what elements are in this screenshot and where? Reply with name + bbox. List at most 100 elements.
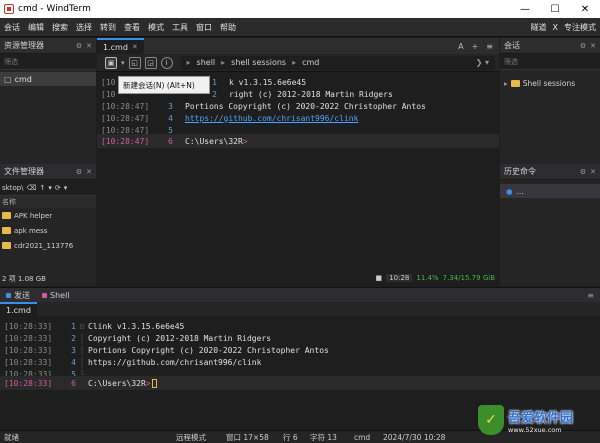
explorer-filter-input[interactable]: 筛选 — [0, 54, 96, 70]
file-row[interactable]: cdr2021_113776 — [0, 238, 96, 253]
tab-label: 发送 — [14, 290, 30, 300]
explorer-title: 资源管理器 — [4, 41, 44, 50]
chevron-right-icon: ▸ — [221, 58, 226, 67]
split-icon[interactable]: ◱ — [128, 56, 141, 69]
line-number: 6 — [71, 378, 76, 388]
tab-label: 1.cmd — [103, 42, 128, 52]
clink-link[interactable]: https://github.com/chrisant996/clink — [185, 114, 358, 123]
menu-edit[interactable]: 编辑 — [24, 22, 48, 33]
session-panel: 会话 ⚙ ✕ 筛选 ▸ Shell sessions — [500, 38, 600, 164]
terminal-toolbar: ▣ ▾ ◱ ◲ i ▸ shell ▸ shell sessions ▸ cmd… — [97, 54, 499, 72]
menu-select[interactable]: 选择 — [72, 22, 96, 33]
settings-icon[interactable]: ⚙ — [76, 42, 82, 50]
terminal-icon: □ — [4, 74, 12, 84]
session-filter-input[interactable]: 筛选 — [500, 54, 600, 70]
file-row[interactable]: APK helper — [0, 208, 96, 223]
font-icon[interactable]: A — [458, 42, 463, 51]
terminal-prompt-line[interactable]: [10:28:47] 6 C:\Users\32R > — [97, 134, 499, 148]
session-header: 会话 ⚙ ✕ — [500, 38, 600, 54]
status-datetime: 2024/7/30 10:28 — [383, 432, 446, 442]
terminal-tab-bar: 1.cmd ✕ A + ≡ — [97, 38, 499, 54]
chevron-down-icon[interactable]: ▾ — [121, 59, 125, 67]
tunnel-button[interactable]: 隧道 — [531, 22, 547, 33]
focus-mode-button[interactable]: 专注模式 — [564, 22, 596, 33]
settings-icon[interactable]: ⚙ — [76, 168, 82, 176]
new-session-icon[interactable]: ▣ — [105, 56, 117, 69]
menu-icon[interactable]: ≡ — [587, 291, 600, 300]
history-item-label: ... — [516, 186, 524, 196]
watermark-url: www.52xue.com — [508, 425, 562, 434]
menu-tools[interactable]: 工具 — [168, 22, 192, 33]
clock: 10:28 — [386, 274, 413, 282]
refresh-icon[interactable]: ⟳ — [55, 184, 61, 192]
close-icon[interactable]: ✕ — [590, 168, 596, 176]
up-arrow-icon[interactable]: ↑ — [39, 184, 45, 192]
settings-icon[interactable]: ⚙ — [580, 42, 586, 50]
file-name: APK helper — [14, 211, 53, 220]
file-manager-title: 文件管理器 — [4, 167, 44, 176]
explorer-panel: 资源管理器 ⚙ ✕ 筛选 □ cmd — [0, 38, 96, 164]
settings-icon[interactable]: ⚙ — [580, 168, 586, 176]
line-number: 3 — [71, 345, 76, 355]
timestamp: [10:28:33] — [4, 378, 53, 388]
breadcrumb: ▸ shell ▸ shell sessions ▸ cmd ❯ ▾ — [180, 55, 495, 70]
terminal-line: [10:28:47] 4 https://github.com/chrisant… — [97, 112, 358, 124]
line-text: https://github.com/chrisant996/clink — [88, 357, 262, 367]
close-icon[interactable]: ✕ — [132, 43, 138, 51]
minimize-button[interactable]: — — [510, 0, 540, 18]
menu-session[interactable]: 会话 — [0, 22, 24, 33]
close-icon[interactable]: ✕ — [86, 42, 92, 50]
explorer-item-cmd[interactable]: □ cmd — [0, 72, 96, 86]
x-button[interactable]: X — [553, 23, 558, 32]
crumb-cmd[interactable]: cmd — [302, 58, 319, 67]
close-button[interactable]: ✕ — [570, 0, 600, 18]
menu-help[interactable]: 帮助 — [216, 22, 240, 33]
terminal-line: [10:28:33] 3 │ Portions Copyright (c) 20… — [0, 344, 329, 356]
terminal-icon: ■ — [375, 274, 383, 282]
menu-goto[interactable]: 转到 — [96, 22, 120, 33]
line-text: right (c) 2012-2018 Martin Ridgers — [229, 89, 393, 99]
copy-icon[interactable]: ◲ — [144, 56, 157, 69]
line-number: 4 — [71, 357, 76, 367]
session-item-label: Shell sessions — [522, 78, 576, 88]
history-item[interactable]: ● ... — [500, 184, 600, 198]
history-title: 历史命令 — [504, 167, 536, 176]
path-input[interactable]: sktop\ — [2, 184, 24, 192]
prompt-symbol: > — [242, 136, 248, 146]
tab-send[interactable]: 发送 — [0, 288, 36, 302]
subtab-cmd[interactable]: 1.cmd — [0, 302, 37, 316]
timestamp: [10:28:47] — [101, 101, 150, 111]
file-row[interactable]: apk mess — [0, 223, 96, 238]
menu-window[interactable]: 窗口 — [192, 22, 216, 33]
menu-mode[interactable]: 模式 — [144, 22, 168, 33]
tab-cmd[interactable]: 1.cmd ✕ — [97, 38, 144, 54]
clear-icon[interactable]: ⌫ — [27, 184, 37, 192]
crumb-shell-sessions[interactable]: shell sessions — [231, 58, 286, 67]
status-line: 行 6 — [283, 432, 298, 442]
terminal-prompt-line[interactable]: [10:28:33] 6 C:\Users\32R > — [0, 376, 600, 390]
close-icon[interactable]: ✕ — [86, 168, 92, 176]
menu-icon[interactable]: ≡ — [486, 42, 493, 51]
file-manager-panel: 文件管理器 ⚙ ✕ sktop\ ⌫ ↑ ▾ ⟳ ▾ 名称 APK helper … — [0, 164, 96, 286]
status-char: 字符 13 — [310, 432, 337, 442]
session-tree-item[interactable]: ▸ Shell sessions — [500, 76, 600, 90]
chevron-down-icon[interactable]: ▾ — [64, 184, 68, 192]
status-shell: cmd — [354, 432, 371, 442]
menu-search[interactable]: 搜索 — [48, 22, 72, 33]
close-icon[interactable]: ✕ — [590, 42, 596, 50]
info-icon[interactable]: i — [160, 56, 173, 69]
tab-shell[interactable]: Shell — [36, 288, 76, 302]
chevron-down-icon[interactable]: ▾ — [48, 184, 52, 192]
folder-icon — [2, 212, 11, 219]
chevron-right-icon[interactable]: ❯ ▾ — [476, 58, 489, 67]
status-ready: 就绪 — [4, 432, 19, 442]
line-text: Copyright (c) 2012-2018 Martin Ridgers — [88, 333, 272, 343]
name-column-header[interactable]: 名称 — [0, 196, 96, 208]
window-controls: — ☐ ✕ — [510, 0, 600, 18]
plus-icon[interactable]: + — [472, 42, 479, 51]
crumb-shell[interactable]: shell — [197, 58, 216, 67]
menu-view[interactable]: 查看 — [120, 22, 144, 33]
status-mode[interactable]: 远程模式 — [176, 432, 206, 443]
terminal-status: ■ 10:28 11.4% 7.34/15.79 GiB — [376, 272, 495, 284]
maximize-button[interactable]: ☐ — [540, 0, 570, 18]
